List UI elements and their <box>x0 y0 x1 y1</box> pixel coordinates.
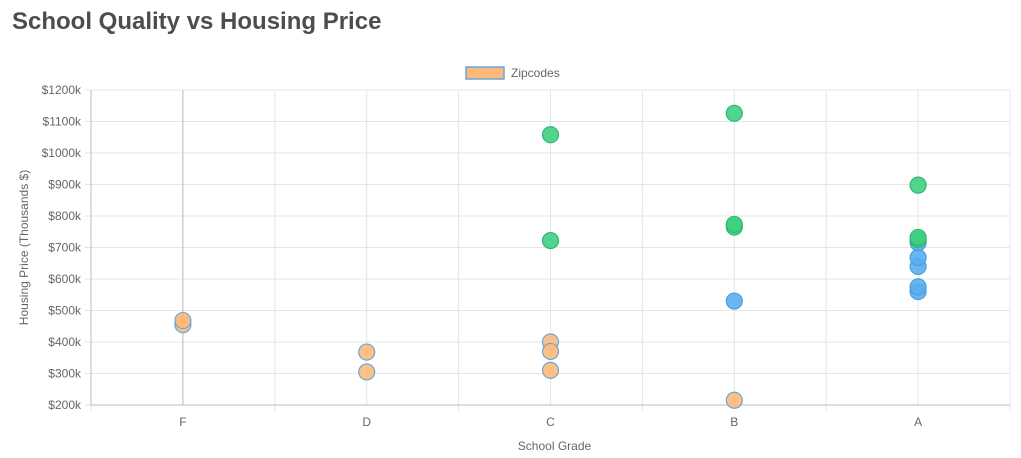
y-tick-label: $900k <box>48 178 82 192</box>
scatter-chart: $200k $300k $400k $500k $600k $700k $800k $900k… <box>17 66 1011 453</box>
y-tick-label: $700k <box>48 241 82 255</box>
data-point[interactable] <box>909 228 927 247</box>
legend[interactable]: Zipcodes <box>465 66 560 80</box>
x-tick-label: C <box>546 415 555 429</box>
data-point[interactable] <box>174 311 192 330</box>
data-point[interactable] <box>725 292 743 310</box>
x-tick-label: A <box>914 415 922 429</box>
x-tick-label: B <box>730 415 738 429</box>
data-point[interactable] <box>541 126 560 144</box>
y-tick-label: $300k <box>48 367 82 381</box>
y-tick-label: $400k <box>48 335 82 349</box>
y-tick-label: $500k <box>48 304 82 318</box>
data-point[interactable] <box>541 231 560 250</box>
y-tick-label: $800k <box>48 209 82 223</box>
data-point[interactable] <box>358 363 376 381</box>
y-tick-label: $1000k <box>42 146 82 160</box>
y-tick-label: $600k <box>48 272 82 286</box>
data-point[interactable] <box>725 104 743 122</box>
x-tick-label: D <box>362 415 371 429</box>
data-point[interactable] <box>909 248 927 267</box>
legend-swatch-zipcodes[interactable] <box>465 66 505 80</box>
y-tick-label: $1200k <box>42 83 82 97</box>
data-point[interactable] <box>725 215 743 234</box>
data-point[interactable] <box>541 342 560 361</box>
y-tick-label: $1100k <box>43 115 82 129</box>
data-point[interactable] <box>725 391 743 409</box>
y-tick-label: $200k <box>48 398 82 412</box>
data-point[interactable] <box>358 343 376 361</box>
legend-label-zipcodes[interactable]: Zipcodes <box>511 66 560 80</box>
y-axis-title: Housing Price (Thousands $) <box>17 170 31 325</box>
data-point[interactable] <box>909 278 927 296</box>
axes: $200k $300k $400k $500k $600k $700k $800k $900k… <box>42 83 1010 429</box>
x-tick-label: F <box>179 415 186 429</box>
data-point[interactable] <box>541 361 560 379</box>
data-point[interactable] <box>909 176 927 194</box>
x-axis-title: School Grade <box>518 439 592 453</box>
